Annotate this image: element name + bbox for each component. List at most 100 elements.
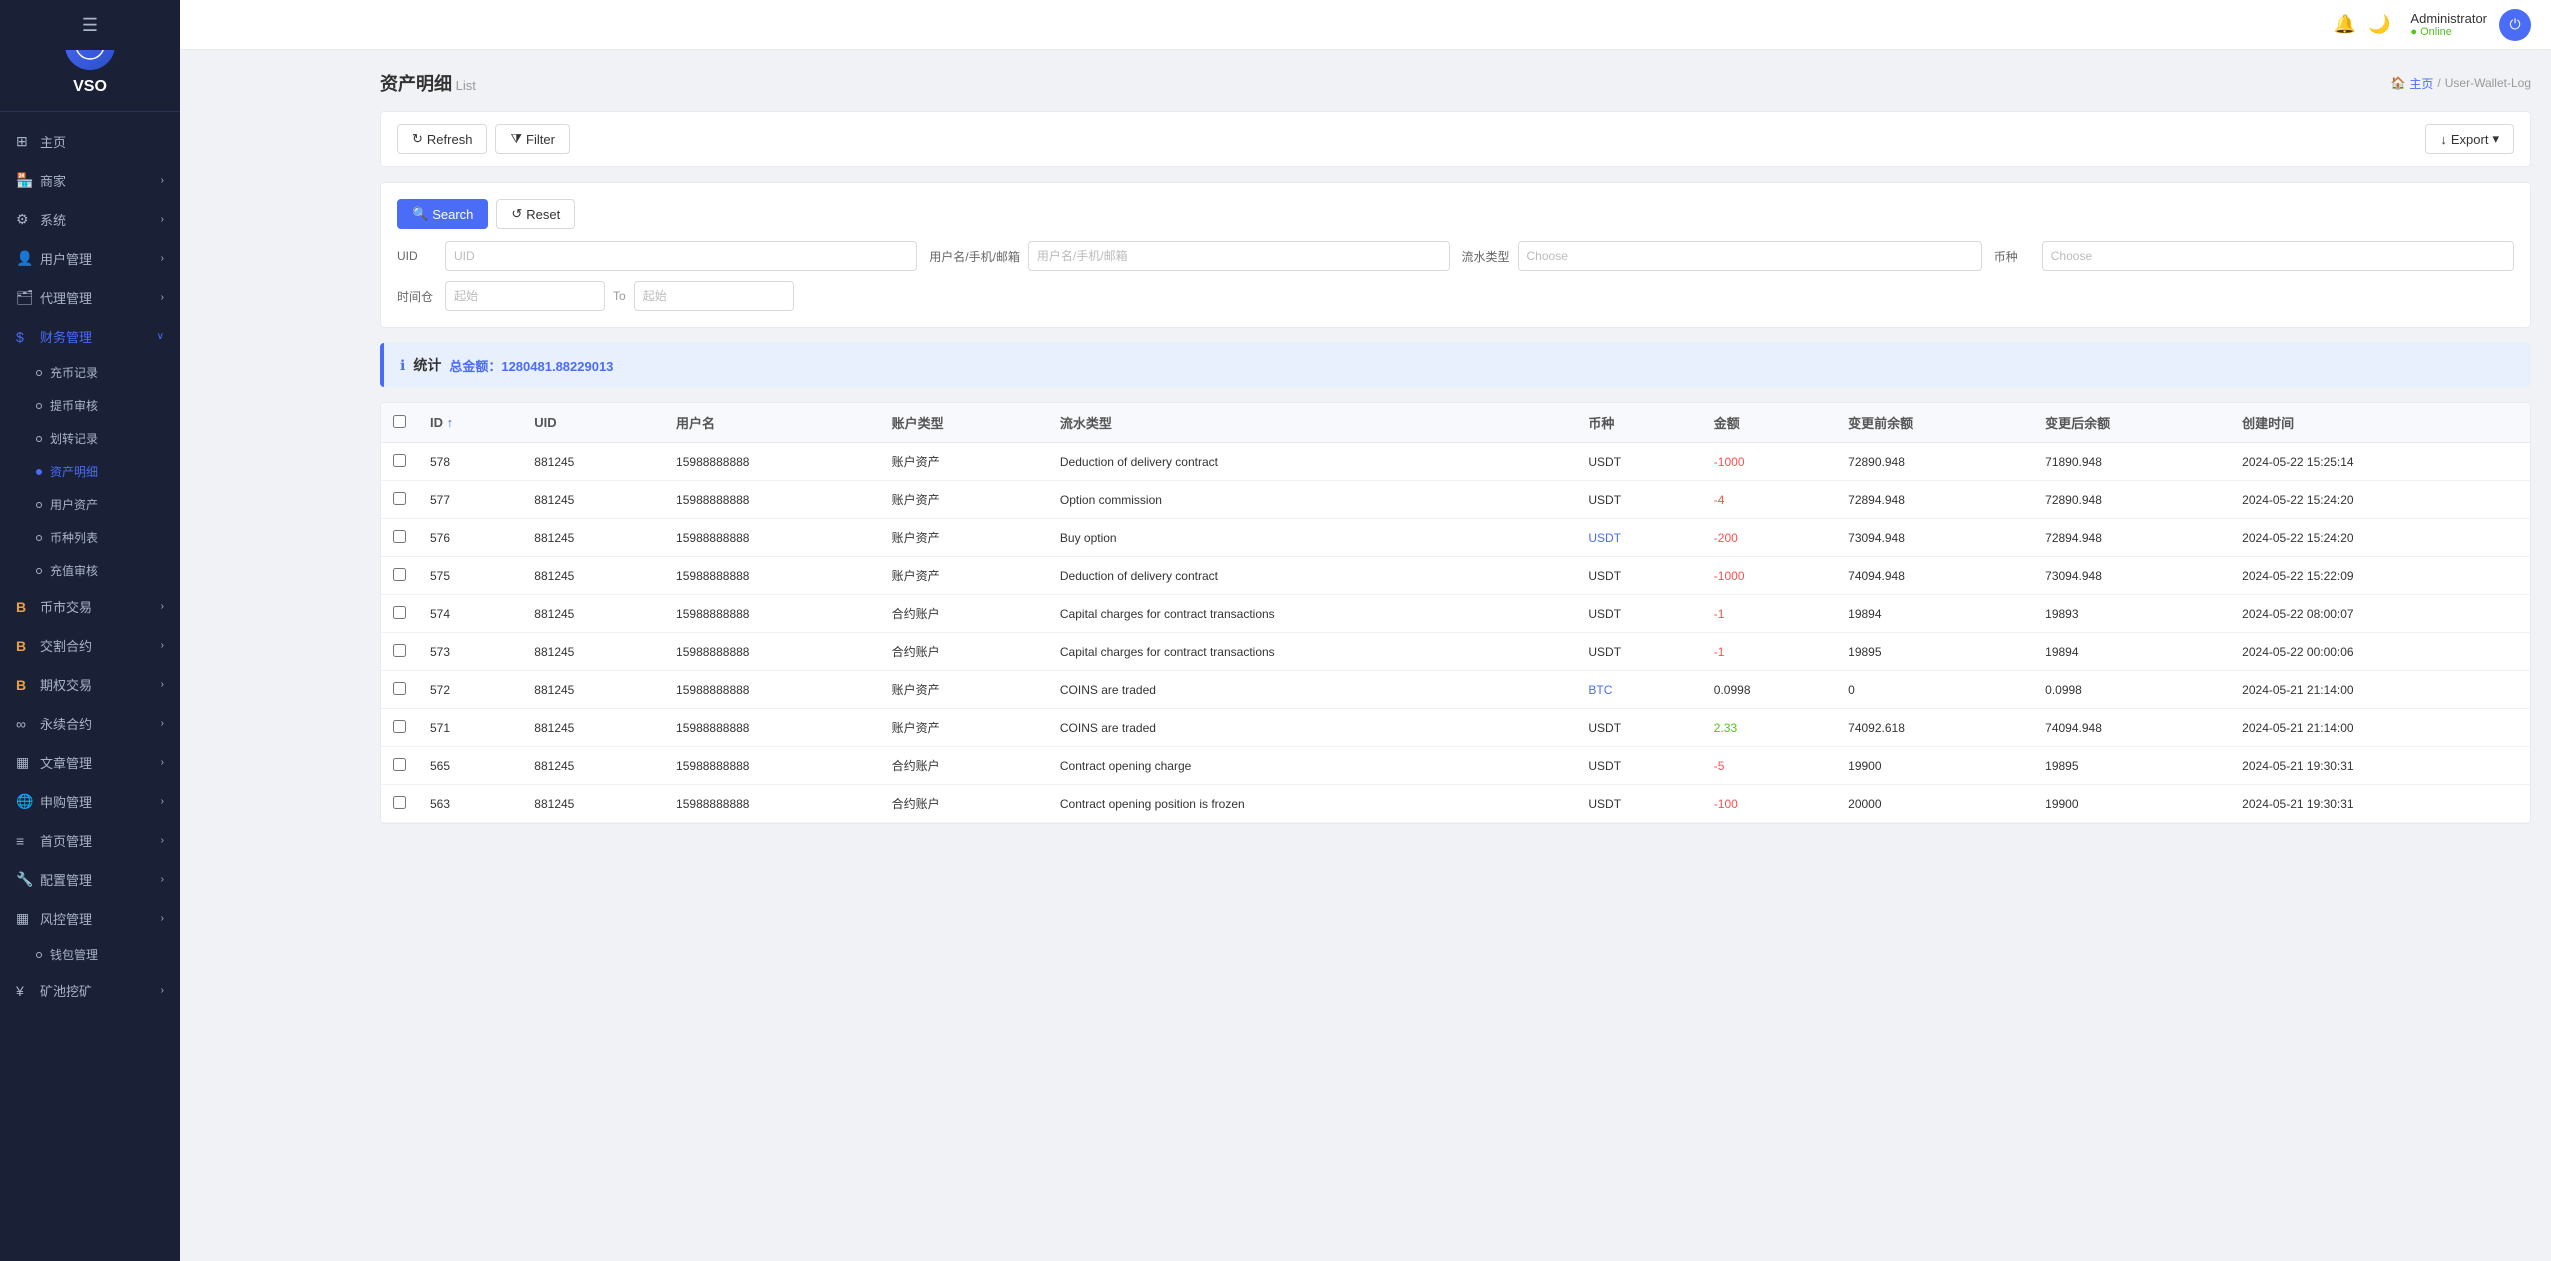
sidebar-item-coin-list[interactable]: 币种列表 — [0, 521, 180, 554]
cell-id: 578 — [418, 443, 522, 481]
cell-amount: -1 — [1702, 633, 1836, 671]
hamburger-icon[interactable]: ☰ — [82, 15, 98, 36]
row-checkbox[interactable] — [393, 720, 406, 733]
filter-label: Filter — [526, 132, 555, 147]
cell-coin: USDT — [1576, 481, 1701, 519]
sidebar-item-home[interactable]: ⊞ 主页 — [0, 122, 180, 161]
sidebar-item-revalue-review[interactable]: 充值审核 — [0, 554, 180, 587]
cell-username: 15988888888 — [664, 747, 880, 785]
stats-icon: ℹ — [400, 357, 405, 374]
row-checkbox[interactable] — [393, 606, 406, 619]
stats-value: 总金额：1280481.88229013 — [449, 356, 613, 375]
cell-uid: 881245 — [522, 747, 664, 785]
sidebar-item-user-mgmt-label: 用户管理 — [40, 249, 92, 268]
cell-username: 15988888888 — [664, 557, 880, 595]
row-checkbox[interactable] — [393, 682, 406, 695]
th-id[interactable]: ID ↑ — [418, 403, 522, 443]
breadcrumb: 🏠 主页 / User-Wallet-Log — [2390, 75, 2531, 92]
refresh-button[interactable]: ↻ Refresh — [397, 124, 487, 154]
cell-username: 15988888888 — [664, 595, 880, 633]
stats-title: 统计 — [413, 355, 441, 375]
sidebar-item-system[interactable]: ⚙ 系统 › — [0, 200, 180, 239]
sidebar-item-wallet-mgmt-label: 钱包管理 — [50, 946, 98, 963]
user-avatar[interactable]: ⏻ — [2499, 9, 2531, 41]
sidebar-item-agent-mgmt[interactable]: 🗂 代理管理 › — [0, 278, 180, 317]
cell-before: 74094.948 — [1836, 557, 2033, 595]
cell-uid: 881245 — [522, 633, 664, 671]
sidebar-header: ☰ — [0, 0, 180, 50]
sidebar-item-wallet-mgmt[interactable]: 钱包管理 — [0, 938, 180, 971]
sidebar-item-transfer-log[interactable]: 划转记录 — [0, 422, 180, 455]
bell-icon[interactable]: 🔔 — [2334, 14, 2356, 35]
user-status: ● Online — [2410, 26, 2487, 38]
cell-checkbox — [381, 671, 418, 709]
sidebar-menu: ⊞ 主页 🏪 商家 › ⚙ 系统 › 👤 用户管理 › 🗂 代理管理 › $ 财… — [0, 112, 180, 1261]
time-to-input[interactable] — [634, 281, 794, 311]
export-button[interactable]: ↓ Export ▾ — [2425, 124, 2514, 154]
row-checkbox[interactable] — [393, 758, 406, 771]
sidebar-item-recharge-log[interactable]: 充币记录 — [0, 356, 180, 389]
row-checkbox[interactable] — [393, 530, 406, 543]
sidebar-item-user-asset[interactable]: 用户资产 — [0, 488, 180, 521]
th-account-type: 账户类型 — [880, 403, 1048, 443]
username-input[interactable] — [1028, 241, 1450, 271]
reset-button[interactable]: ↺ Reset — [496, 199, 575, 229]
cell-after: 19893 — [2033, 595, 2230, 633]
export-label: Export — [2451, 132, 2489, 147]
sidebar-item-article-mgmt[interactable]: ▦ 文章管理 › — [0, 743, 180, 782]
row-checkbox[interactable] — [393, 568, 406, 581]
sidebar-item-asset-detail[interactable]: 资产明细 — [0, 455, 180, 488]
select-all-checkbox[interactable] — [393, 415, 406, 428]
row-checkbox[interactable] — [393, 644, 406, 657]
cell-amount: -1000 — [1702, 443, 1836, 481]
coin-input[interactable] — [2042, 241, 2514, 271]
topbar: 🔔 🌙 Administrator ● Online ⏻ — [180, 0, 2551, 50]
total-value: 1280481.88229013 — [501, 359, 613, 374]
uid-input[interactable] — [445, 241, 917, 271]
theme-icon[interactable]: 🌙 — [2368, 14, 2390, 35]
topbar-icons: 🔔 🌙 Administrator ● Online ⏻ — [2334, 9, 2531, 41]
username-search-row: 用户名/手机/邮箱 — [929, 241, 1449, 271]
chevron-right-icon-5: › — [161, 601, 164, 612]
chevron-right-icon-7: › — [161, 679, 164, 690]
breadcrumb-home-link[interactable]: 主页 — [2409, 75, 2433, 92]
sidebar-item-coin-exchange[interactable]: B 币市交易 › — [0, 587, 180, 626]
sidebar-item-mining[interactable]: ¥ 矿池挖矿 › — [0, 971, 180, 1010]
sidebar-item-risk-mgmt[interactable]: ▦ 风控管理 › — [0, 899, 180, 938]
filter-button[interactable]: ⧩ Filter — [495, 124, 570, 154]
flow-type-search-row: 流水类型 — [1462, 241, 1982, 271]
cell-id: 572 — [418, 671, 522, 709]
logo-text: VSO — [73, 78, 107, 96]
cell-username: 15988888888 — [664, 519, 880, 557]
row-checkbox[interactable] — [393, 492, 406, 505]
table-row: 565 881245 15988888888 合约账户 Contract ope… — [381, 747, 2530, 785]
user-mgmt-icon: 👤 — [16, 250, 32, 267]
time-from-input[interactable] — [445, 281, 605, 311]
sidebar-item-home-mgmt[interactable]: ≡ 首页管理 › — [0, 821, 180, 860]
chevron-right-icon-6: › — [161, 640, 164, 651]
sidebar-item-perpetual[interactable]: ∞ 永续合约 › — [0, 704, 180, 743]
search-button[interactable]: 🔍 Search — [397, 199, 488, 229]
cell-account-type: 合约账户 — [880, 747, 1048, 785]
sidebar-item-contract-trade[interactable]: B 交割合约 › — [0, 626, 180, 665]
sidebar-item-merchant[interactable]: 🏪 商家 › — [0, 161, 180, 200]
cell-checkbox — [381, 443, 418, 481]
chevron-right-icon-9: › — [161, 757, 164, 768]
th-amount: 金额 — [1702, 403, 1836, 443]
refresh-label: Refresh — [427, 132, 473, 147]
page-title: 资产明细 — [380, 74, 452, 94]
row-checkbox[interactable] — [393, 796, 406, 809]
sidebar-item-config-mgmt[interactable]: 🔧 配置管理 › — [0, 860, 180, 899]
sidebar-item-recharge-log-label: 充币记录 — [50, 364, 98, 381]
flow-type-input[interactable] — [1518, 241, 1982, 271]
cell-id: 577 — [418, 481, 522, 519]
dot-icon-2 — [36, 403, 42, 409]
sidebar-item-withdraw-review[interactable]: 提币审核 — [0, 389, 180, 422]
sidebar-item-apply-mgmt[interactable]: 🌐 申购管理 › — [0, 782, 180, 821]
time-search-row: 时间仓 To — [397, 281, 2514, 311]
th-before: 变更前余额 — [1836, 403, 2033, 443]
sidebar-item-user-mgmt[interactable]: 👤 用户管理 › — [0, 239, 180, 278]
sidebar-item-futures-trade[interactable]: B 期权交易 › — [0, 665, 180, 704]
sidebar-item-finance[interactable]: $ 财务管理 ∨ — [0, 317, 180, 356]
row-checkbox[interactable] — [393, 454, 406, 467]
